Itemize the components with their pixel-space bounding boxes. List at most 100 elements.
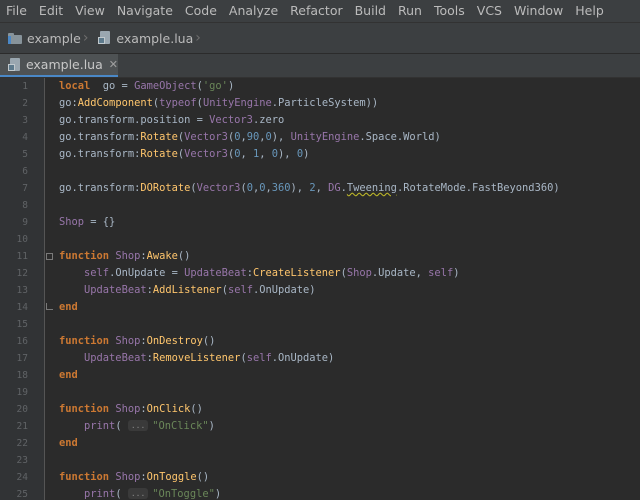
menu-vcs[interactable]: VCS <box>471 0 508 22</box>
code-text: go.transform.position = Vector3.zero <box>59 112 284 129</box>
close-icon[interactable]: ✕ <box>109 58 118 71</box>
code-token: Tweening <box>346 182 397 194</box>
code-token: ) <box>214 488 222 500</box>
code-text: print( ... "OnClick") <box>59 418 215 435</box>
line-number: 4 <box>22 132 28 143</box>
menu-code[interactable]: Code <box>179 0 223 22</box>
code-token: ), <box>278 148 297 160</box>
code-token: 90 <box>246 131 260 143</box>
menu-help[interactable]: Help <box>569 0 610 22</box>
code-token: DORotate <box>140 182 191 194</box>
code-token: function <box>59 471 110 483</box>
code-text: go.transform:DORotate(Vector3(0,0,360), … <box>59 180 560 197</box>
line-number: 23 <box>16 455 28 466</box>
code-text: end <box>59 435 78 452</box>
code-line: 1 local go = GameObject('go') <box>0 78 640 95</box>
code-token: .OnUpdate) <box>271 352 335 364</box>
code-token: UnityEngine <box>202 97 272 109</box>
code-text: go.transform:Rotate(Vector3(0,90,0), Uni… <box>59 129 441 146</box>
menu-navigate[interactable]: Navigate <box>111 0 179 22</box>
menu-tools[interactable]: Tools <box>428 0 471 22</box>
code-token: Vector3 <box>209 114 253 126</box>
code-text: end <box>59 367 78 384</box>
code-editor[interactable]: 1 local go = GameObject('go') 2 go:AddCompo… <box>0 78 640 500</box>
menu-file[interactable]: File <box>0 0 33 22</box>
code-token: "OnToggle" <box>152 488 215 500</box>
code-line: 12 self.OnUpdate = UpdateBeat:CreateList… <box>0 265 640 282</box>
breadcrumb-project-label: example <box>27 30 81 46</box>
code-token: go.transform: <box>59 131 141 143</box>
menu-window[interactable]: Window <box>508 0 569 22</box>
code-line: 19 <box>0 384 640 401</box>
line-number: 15 <box>16 319 28 330</box>
code-token: ), <box>290 182 310 194</box>
tab-label: example.lua <box>25 57 103 72</box>
code-token: UpdateBeat <box>84 284 147 296</box>
code-text: function Shop:OnToggle() <box>59 469 209 486</box>
tab-example-lua[interactable]: example.lua ✕ <box>0 54 118 77</box>
code-token: () <box>196 471 210 483</box>
code-line: 16 function Shop:OnDestroy() <box>0 333 640 350</box>
menu-view[interactable]: View <box>69 0 111 22</box>
line-number: 14 <box>16 302 28 313</box>
menu-run[interactable]: Run <box>392 0 428 22</box>
code-token: ) <box>303 148 310 160</box>
code-token: Vector3 <box>196 182 241 194</box>
code-token: () <box>177 250 191 262</box>
code-line: 4 go.transform:Rotate(Vector3(0,90,0), Un… <box>0 129 640 146</box>
line-number: 1 <box>22 81 28 92</box>
breadcrumb-file[interactable]: example.lua › <box>90 23 202 53</box>
menu-refactor[interactable]: Refactor <box>284 0 348 22</box>
code-token: Shop <box>115 250 141 262</box>
code-token: end <box>59 437 78 449</box>
code-token: RemoveListener <box>152 352 241 364</box>
code-token: OnToggle <box>146 471 197 483</box>
code-text: UpdateBeat:AddListener(self.OnUpdate) <box>59 282 316 299</box>
code-line: 8 <box>0 197 640 214</box>
menu-bar: File Edit View Navigate Code Analyze Refactor B… <box>0 0 640 23</box>
code-token: , <box>315 182 329 194</box>
menu-analyze[interactable]: Analyze <box>223 0 284 22</box>
code-text: print( ... "OnToggle") <box>59 486 221 500</box>
fold-end-icon[interactable] <box>46 303 53 310</box>
fold-toggle-icon[interactable] <box>46 253 53 260</box>
code-token: local <box>59 80 91 92</box>
parameter-hint: ... <box>127 420 149 431</box>
code-token: 360 <box>271 182 291 194</box>
code-line: 22 end <box>0 435 640 452</box>
code-text: end <box>59 299 78 316</box>
lua-file-icon <box>8 57 20 72</box>
code-token: self <box>227 284 253 296</box>
code-text: UpdateBeat:RemoveListener(self.OnUpdate) <box>59 350 334 367</box>
code-line: 11 function Shop:Awake() <box>0 248 640 265</box>
menu-build[interactable]: Build <box>349 0 392 22</box>
code-token: ) <box>453 267 460 279</box>
code-text: go:AddComponent(typeof(UnityEngine.Parti… <box>59 95 378 112</box>
code-line: 10 <box>0 231 640 248</box>
code-token: Shop <box>115 471 141 483</box>
code-token: print <box>84 488 116 500</box>
code-token: self <box>246 352 272 364</box>
code-token: ( <box>115 488 128 500</box>
line-number: 2 <box>22 98 28 109</box>
line-number: 8 <box>22 200 28 211</box>
code-token: Shop <box>115 403 141 415</box>
code-token: UnityEngine <box>290 131 360 143</box>
code-token: DG <box>328 182 341 194</box>
breadcrumb-project[interactable]: example › <box>0 23 90 53</box>
code-token: go = <box>90 80 135 92</box>
code-token: "OnClick" <box>152 420 209 432</box>
code-token: self <box>84 267 110 279</box>
code-line: 23 <box>0 452 640 469</box>
lua-file-icon <box>98 31 111 45</box>
code-token: AddListener <box>152 284 222 296</box>
code-token: ( <box>115 420 128 432</box>
code-token: AddComponent <box>77 97 153 109</box>
code-token: Shop <box>59 216 85 228</box>
code-text: local go = GameObject('go') <box>59 78 234 95</box>
code-line: 20 function Shop:OnClick() <box>0 401 640 418</box>
menu-edit[interactable]: Edit <box>33 0 69 22</box>
